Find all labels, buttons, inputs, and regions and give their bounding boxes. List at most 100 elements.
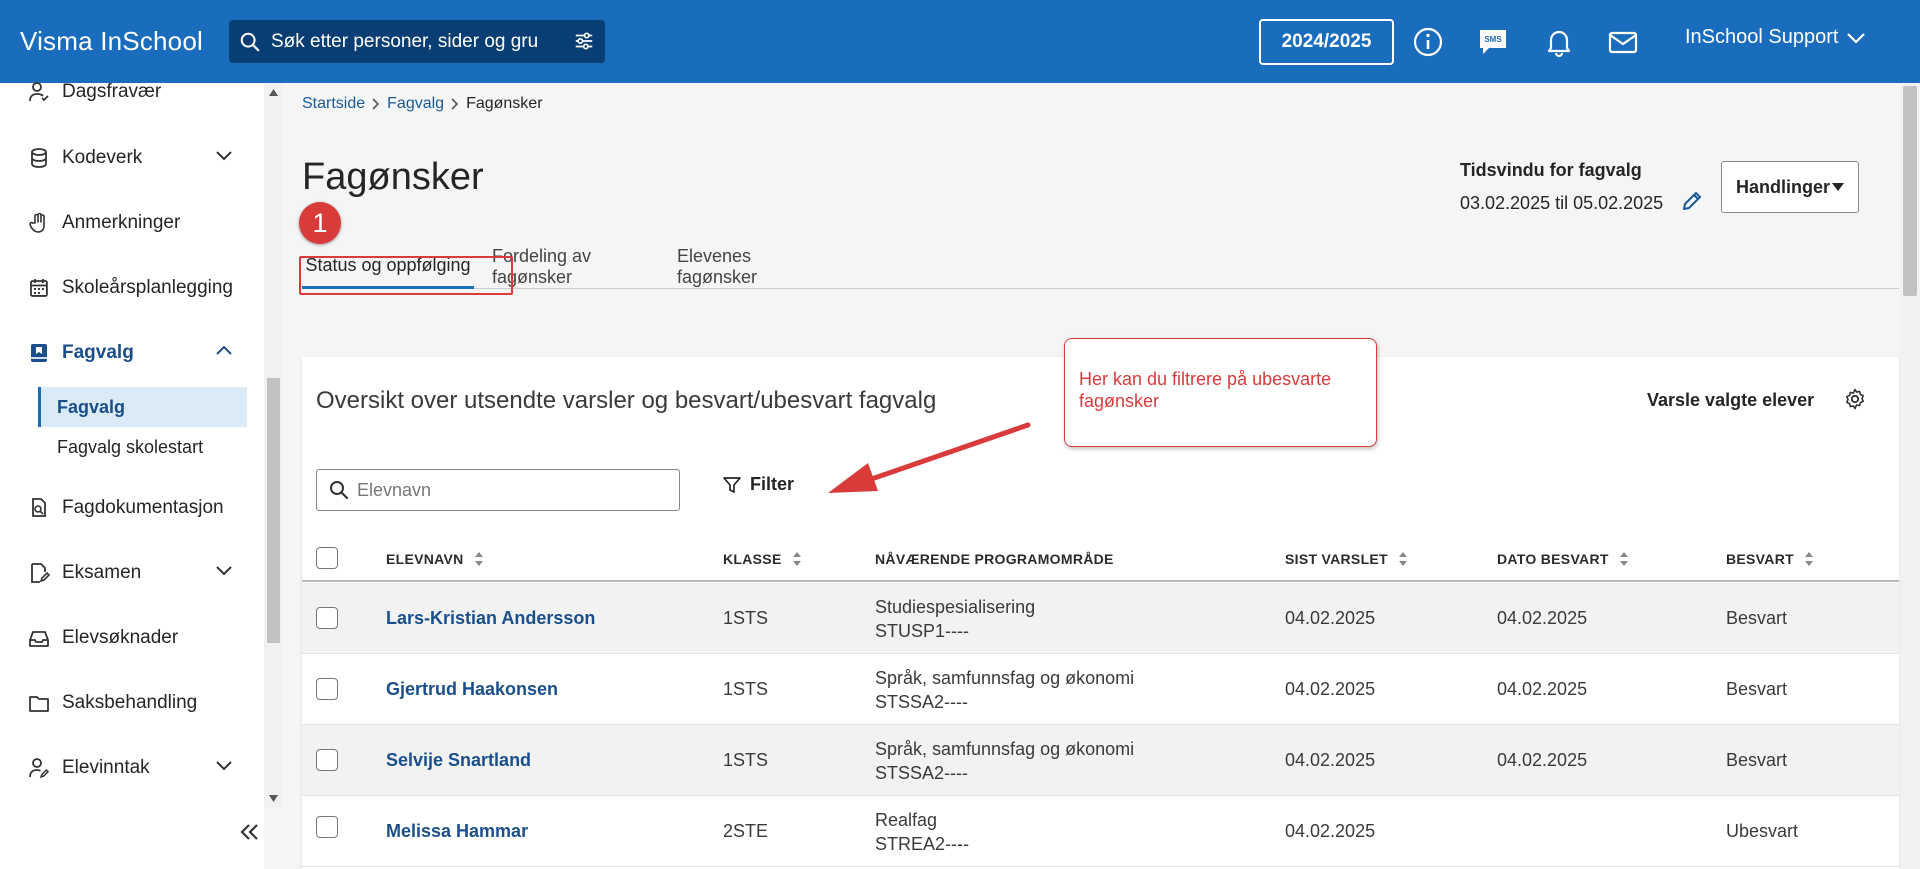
sidebar-scrollbar-thumb[interactable]	[267, 378, 280, 643]
app-brand[interactable]: Visma InSchool	[20, 26, 229, 57]
page-scrollbar-thumb[interactable]	[1903, 86, 1917, 296]
breadcrumb-link-fagvalg[interactable]: Fagvalg	[387, 95, 444, 113]
student-name-link[interactable]: Lars-Kristian Andersson	[386, 608, 595, 629]
column-header-besvart[interactable]: BESVART	[1726, 551, 1814, 567]
person-edit-icon	[29, 758, 50, 779]
sidebar-item-anmerkninger[interactable]: Anmerkninger	[28, 212, 233, 234]
mail-icon[interactable]	[1607, 26, 1639, 58]
tab-fordeling-av-fagonsker[interactable]: Fordeling av fagønsker	[492, 244, 664, 289]
breadcrumb-link-startside[interactable]: Startside	[302, 95, 365, 113]
info-icon[interactable]	[1412, 26, 1444, 58]
page-title: Fagønsker	[302, 156, 484, 198]
gear-icon[interactable]	[1844, 388, 1866, 410]
last-notified-cell: 04.02.2025	[1285, 679, 1376, 699]
annotation-arrow	[828, 422, 1031, 493]
row-checkbox[interactable]	[316, 678, 338, 700]
sidebar-item-dagsfravaer[interactable]: Dagsfravær	[28, 81, 233, 103]
column-header-sist-varslet[interactable]: SIST VARSLET	[1285, 551, 1408, 567]
person-check-icon	[29, 82, 49, 102]
table-row[interactable]: Melissa Hammar 2STE Realfag STREA2---- 04…	[302, 796, 1899, 867]
program-cell: Språk, samfunnsfag og økonomi STSSA2----	[875, 739, 1135, 783]
school-year-button[interactable]: 2024/2025	[1259, 19, 1394, 65]
sidebar-item-saksbehandling[interactable]: Saksbehandling	[28, 692, 233, 714]
edit-document-icon	[31, 563, 50, 583]
row-checkbox[interactable]	[316, 749, 338, 771]
actions-label: Handlinger	[1735, 176, 1830, 197]
sidebar-item-label: Fagvalg	[62, 342, 134, 363]
program-cell: Språk, samfunnsfag og økonomi STSSA2----	[875, 668, 1135, 712]
row-checkbox[interactable]	[316, 607, 338, 629]
sidebar-item-fagdokumentasjon[interactable]: Fagdokumentasjon	[28, 497, 233, 519]
student-name-link[interactable]: Melissa Hammar	[386, 821, 528, 842]
annotation-callout: Her kan du filtrere på ubesvarte fagønsk…	[1064, 338, 1377, 447]
card-title: Oversikt over utsendte varsler og besvar…	[316, 387, 937, 414]
chevron-down-icon	[216, 566, 232, 576]
sidebar-item-label: Fagdokumentasjon	[62, 497, 224, 518]
sms-icon[interactable]: SMS	[1477, 26, 1509, 58]
table-row[interactable]: Lars-Kristian Andersson 1STS Studiespesi…	[302, 583, 1899, 654]
sidebar-item-elevsoknader[interactable]: Elevsøknader	[28, 627, 233, 649]
notify-selected-button[interactable]: Varsle valgte elever	[1647, 390, 1814, 411]
sidebar-item-skolearsplanlegging[interactable]: Skoleårsplanlegging	[28, 277, 233, 299]
chevron-right-icon	[372, 98, 380, 110]
sidebar-item-eksamen[interactable]: Eksamen	[28, 562, 233, 584]
collapse-sidebar-icon[interactable]	[239, 822, 261, 842]
sidebar-subitem-fagvalg[interactable]: Fagvalg	[38, 387, 247, 427]
sidebar-item-elevinntak[interactable]: Elevinntak	[28, 757, 233, 779]
column-header-dato-besvart[interactable]: DATO BESVART	[1497, 551, 1629, 567]
sidebar-item-label: Skoleårsplanlegging	[61, 277, 233, 298]
last-notified-cell: 04.02.2025	[1285, 608, 1376, 628]
sort-icon	[1804, 552, 1813, 566]
search-input[interactable]: Søk etter personer, sider og gru	[271, 31, 566, 53]
status-cell: Besvart	[1726, 679, 1788, 699]
scroll-up-icon[interactable]	[269, 89, 278, 96]
status-cell: Ubesvart	[1726, 821, 1799, 841]
table-row[interactable]: Selvije Snartland 1STS Språk, samfunnsfa…	[302, 725, 1899, 796]
student-name-link[interactable]: Selvije Snartland	[386, 750, 531, 771]
column-header-klasse[interactable]: KLASSE	[723, 551, 802, 567]
global-search[interactable]: Søk etter personer, sider og gru	[229, 20, 605, 63]
calendar-icon	[30, 279, 48, 297]
sliders-icon[interactable]	[573, 30, 595, 52]
sidebar-item-kodeverk[interactable]: Kodeverk	[28, 147, 233, 169]
time-window-value: 03.02.2025 til 05.02.2025	[1460, 193, 1664, 213]
scroll-down-icon[interactable]	[269, 795, 278, 802]
caret-down-icon	[1832, 183, 1844, 191]
row-checkbox[interactable]	[316, 816, 338, 838]
student-search-input[interactable]	[357, 479, 657, 501]
pencil-icon[interactable]	[1681, 190, 1703, 212]
bell-icon[interactable]	[1543, 26, 1575, 58]
class-cell: 1STS	[723, 750, 769, 770]
chevron-up-icon	[216, 345, 232, 355]
student-search-field[interactable]	[316, 469, 680, 511]
student-name-link[interactable]: Gjertrud Haakonsen	[386, 679, 558, 700]
top-bar: Visma InSchool Søk etter personer, sider…	[0, 0, 1920, 83]
program-cell: Realfag STREA2----	[875, 810, 969, 854]
annotation-highlight-box	[299, 256, 513, 295]
sidebar-item-label: Saksbehandling	[62, 692, 198, 713]
user-menu[interactable]: InSchool Support	[1685, 26, 1866, 49]
database-icon	[31, 148, 47, 168]
column-header-elevnavn[interactable]: ELEVNAVN	[386, 551, 484, 567]
sidebar-subitem-fagvalg-skolestart[interactable]: Fagvalg skolestart	[38, 427, 247, 467]
table-row[interactable]: Gjertrud Haakonsen 1STS Språk, samfunnsf…	[302, 654, 1899, 725]
filter-button[interactable]: Filter	[722, 474, 794, 495]
sidebar-item-label: Elevsøknader	[62, 627, 179, 648]
sort-icon	[792, 552, 801, 566]
program-cell: Studiespesialisering STUSP1----	[875, 597, 1036, 641]
sidebar-item-fagvalg[interactable]: Fagvalg	[28, 342, 233, 364]
sidebar-item-label: Dagsfravær	[62, 81, 162, 102]
actions-dropdown-button[interactable]: Handlinger	[1721, 161, 1859, 213]
tab-elevenes-fagonsker[interactable]: Elevenes fagønsker	[677, 244, 833, 289]
hand-icon	[29, 212, 45, 233]
class-cell: 2STE	[723, 821, 769, 841]
inbox-icon	[29, 631, 49, 647]
sort-icon	[1398, 552, 1407, 566]
select-all-checkbox[interactable]	[316, 547, 338, 569]
class-cell: 1STS	[723, 679, 769, 699]
search-icon	[240, 32, 260, 51]
answered-date-cell: 04.02.2025	[1497, 608, 1588, 628]
chevron-down-icon	[216, 761, 232, 771]
sidebar-item-label: Kodeverk	[62, 147, 143, 168]
table-header: ELEVNAVN KLASSE NÅVÆRENDE PROGRAMOMRÅDE …	[302, 534, 1899, 582]
